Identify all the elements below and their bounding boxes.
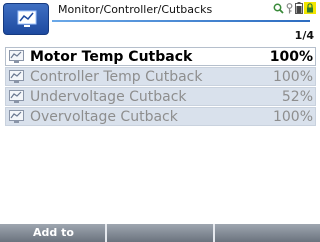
title-underline (52, 20, 310, 22)
search-icon (273, 3, 284, 14)
parameter-icon (9, 90, 24, 103)
softkey-2[interactable] (107, 224, 215, 242)
status-icons (273, 2, 316, 14)
monitor-icon (17, 10, 37, 27)
item-value: 100% (272, 108, 313, 125)
key-icon (286, 2, 293, 13)
parameter-icon (9, 50, 24, 63)
item-label: Overvoltage Cutback (30, 108, 178, 125)
lock-icon (304, 2, 316, 14)
softkey-add-to[interactable]: Add to (0, 224, 108, 242)
softkey-bar: Add to (0, 224, 320, 242)
cutback-list: Motor Temp Cutback 100% Controller Temp … (5, 47, 316, 127)
parameter-icon (9, 70, 24, 83)
list-item[interactable]: Overvoltage Cutback 100% (5, 107, 316, 126)
softkey-3[interactable] (215, 224, 320, 242)
header-bar: Monitor/Controller/Cutbacks 1/4 (0, 0, 320, 42)
item-value: 100% (269, 48, 313, 65)
item-label: Motor Temp Cutback (30, 48, 193, 65)
item-label: Controller Temp Cutback (30, 68, 203, 85)
page-title: Monitor/Controller/Cutbacks (58, 3, 213, 16)
battery-icon (295, 2, 303, 14)
list-item[interactable]: Controller Temp Cutback 100% (5, 67, 316, 86)
item-label: Undervoltage Cutback (30, 88, 187, 105)
list-item[interactable]: Motor Temp Cutback 100% (5, 47, 316, 66)
item-value: 52% (281, 88, 313, 105)
list-item[interactable]: Undervoltage Cutback 52% (5, 87, 316, 106)
home-button[interactable] (3, 3, 49, 35)
parameter-icon (9, 110, 24, 123)
page-indicator: 1/4 (294, 29, 314, 42)
item-value: 100% (272, 68, 313, 85)
